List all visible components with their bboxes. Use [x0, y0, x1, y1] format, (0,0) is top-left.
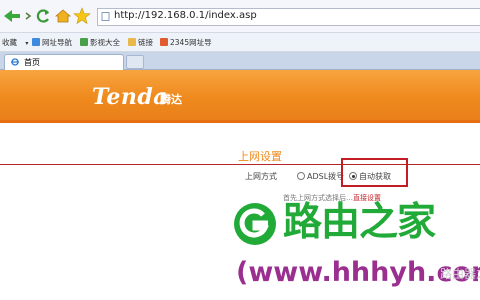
address-bar[interactable]: http://192.168.0.1/index.asp: [97, 8, 480, 26]
favorite-label: 2345网址导: [170, 38, 212, 47]
tab-home[interactable]: 首页: [4, 54, 124, 70]
refresh-icon[interactable]: [35, 7, 51, 25]
page-icon: [101, 12, 110, 21]
home-icon[interactable]: [55, 7, 71, 25]
section-title: 上网设置: [238, 150, 282, 163]
browser-toolbar: http://192.168.0.1/index.asp: [0, 0, 480, 33]
favorite-item-2345[interactable]: 2345网址导: [160, 37, 212, 48]
tenda-banner: [0, 70, 480, 120]
section-divider: [0, 164, 480, 165]
page-icon: [80, 38, 88, 46]
favorite-item-nav[interactable]: 网址导航: [32, 37, 72, 48]
favorite-label: 网址导航: [42, 38, 72, 47]
favorites-menu[interactable]: 收藏 ▾: [2, 37, 28, 48]
ie-icon: [11, 58, 19, 66]
adsl-radio[interactable]: [297, 172, 305, 180]
favorites-label: 收藏: [2, 38, 17, 47]
connection-mode-label: 上网方式: [245, 172, 277, 181]
favorites-star-icon[interactable]: [73, 7, 91, 25]
tab-strip: 首页: [0, 52, 480, 70]
chevron-down-icon: ▾: [25, 40, 29, 47]
tab-label: 首页: [24, 58, 40, 67]
page-icon: [32, 38, 40, 46]
favorite-item-video[interactable]: 影视大全: [80, 37, 120, 48]
favorite-item-links[interactable]: 链接: [128, 37, 153, 48]
back-icon[interactable]: [2, 7, 22, 25]
highlight-box: [341, 158, 408, 187]
adsl-label[interactable]: ADSL拨号: [307, 171, 344, 182]
watermark-title: 路由之家: [283, 200, 436, 245]
tenda-logo-cn: 腾达: [160, 93, 182, 106]
new-tab-button[interactable]: [126, 55, 144, 69]
favorite-label: 影视大全: [90, 38, 120, 47]
tenda-logo: Tenda: [92, 84, 168, 110]
forward-icon[interactable]: [22, 7, 36, 25]
watermark-logo-icon: [234, 203, 276, 245]
favorites-bar: 收藏 ▾ 网址导航 影视大全 链接 2345网址导: [0, 33, 480, 52]
address-url[interactable]: http://192.168.0.1/index.asp: [114, 10, 257, 21]
page-icon: [160, 38, 168, 46]
folder-icon: [128, 38, 136, 46]
favorite-label: 链接: [138, 38, 153, 47]
watermark-right-text: 路由器之家: [440, 267, 480, 281]
